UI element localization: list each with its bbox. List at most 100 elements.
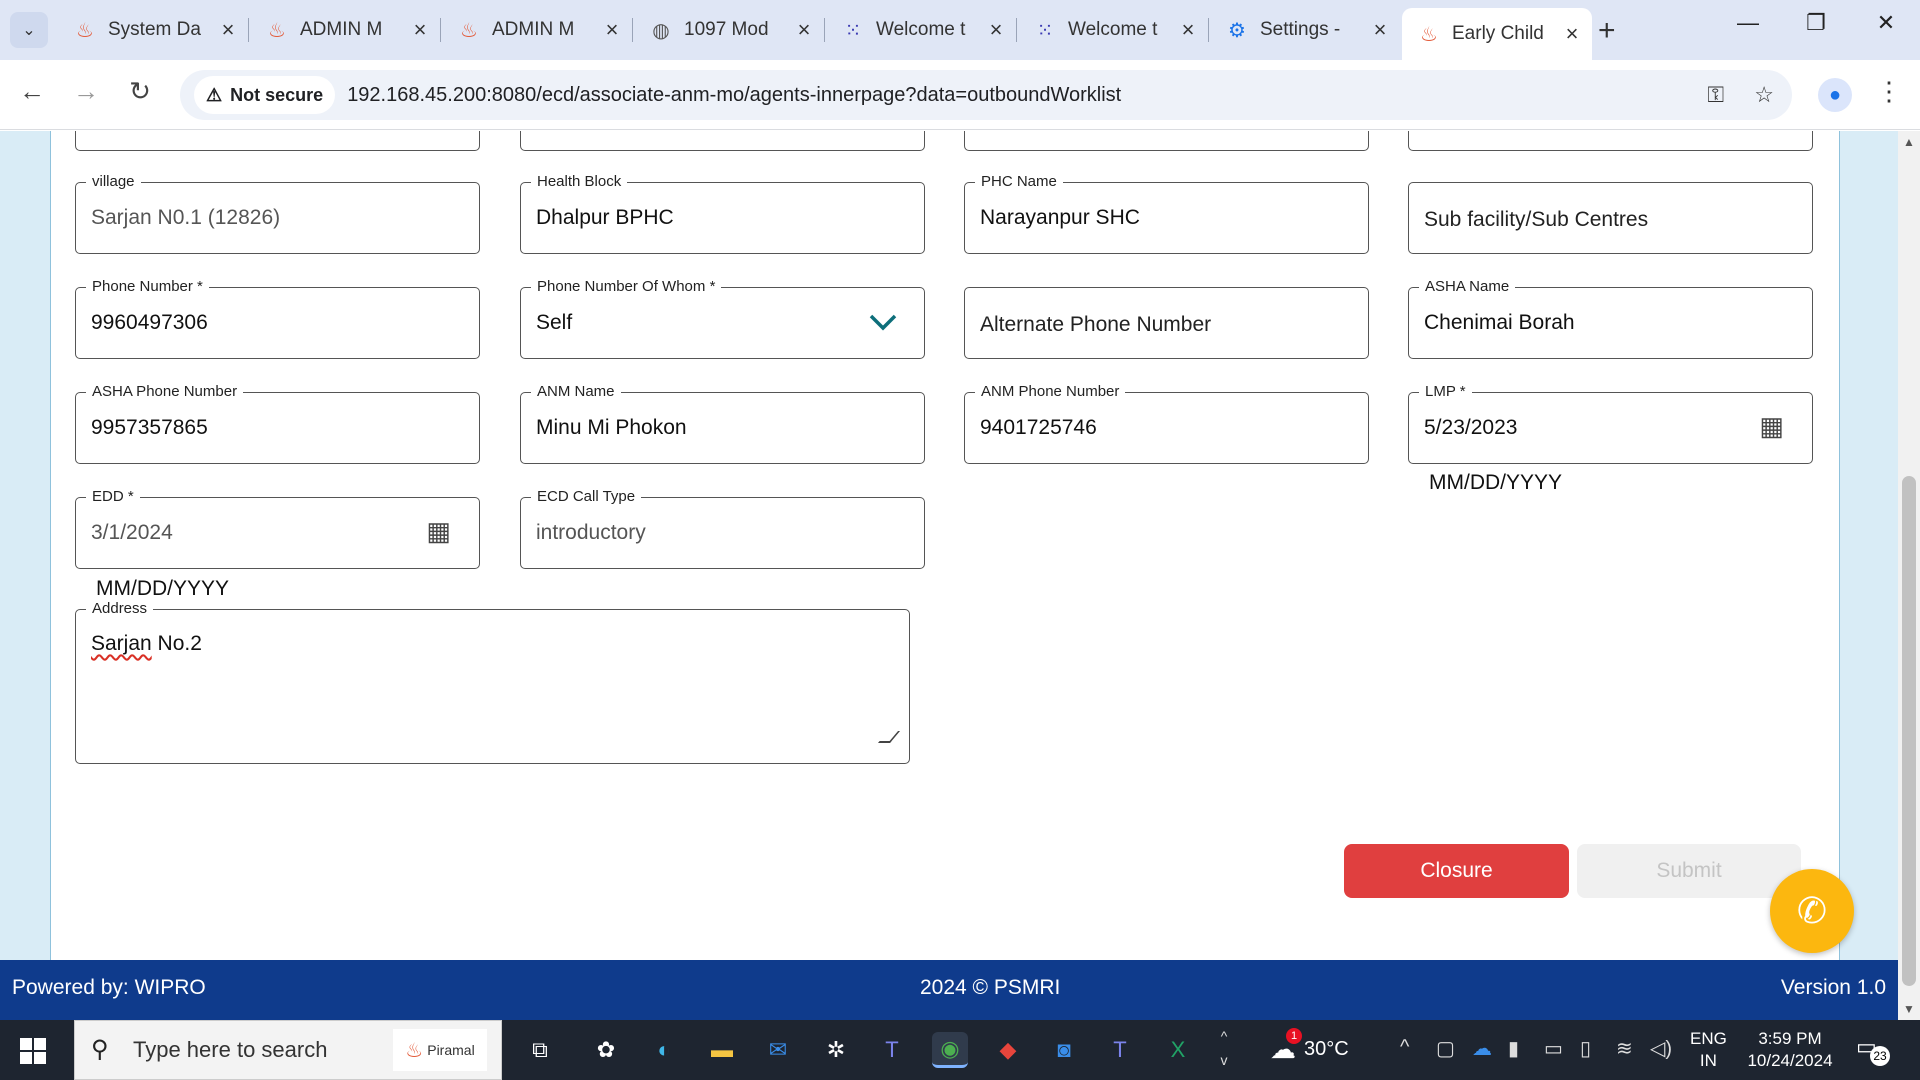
field-cutoff[interactable]: [1408, 131, 1813, 151]
browser-tab-active[interactable]: ♨ Early Child ×: [1402, 8, 1592, 60]
app-icon[interactable]: ✲: [818, 1032, 854, 1068]
teams-icon[interactable]: T: [874, 1032, 910, 1068]
tray-scroll-icon[interactable]: ^ v: [1214, 1024, 1234, 1072]
close-tab-icon[interactable]: ×: [1178, 17, 1198, 43]
password-key-icon[interactable]: ⚿: [1707, 82, 1724, 107]
forward-arrow-icon[interactable]: →: [68, 76, 104, 107]
scroll-down-icon[interactable]: ▼: [1898, 1002, 1920, 1016]
edd-date-field[interactable]: EDD * 3/1/2024 ▦: [75, 488, 480, 569]
close-tab-icon[interactable]: ×: [410, 17, 430, 43]
piramal-icon: ♨: [268, 19, 286, 42]
lmp-format-hint: MM/DD/YYYY: [1429, 471, 1563, 494]
submit-button[interactable]: Submit: [1577, 844, 1801, 898]
windows-start-icon[interactable]: [20, 1038, 46, 1064]
teams-work-icon[interactable]: T: [1102, 1032, 1138, 1068]
calendar-icon[interactable]: ▦: [426, 516, 451, 547]
bookmark-star-icon[interactable]: ☆: [1754, 82, 1774, 107]
warning-triangle-icon: ⚠: [206, 84, 223, 105]
reload-icon[interactable]: ↻: [122, 76, 158, 107]
close-window-icon[interactable]: ✕: [1866, 10, 1906, 36]
browser-tab[interactable]: ⚙ Settings - ×: [1210, 8, 1400, 52]
close-tab-icon[interactable]: ×: [986, 17, 1006, 43]
phone-number-field[interactable]: Phone Number * 9960497306: [75, 278, 480, 359]
address-bar[interactable]: ⚠ Not secure 192.168.45.200:8080/ecd/ass…: [180, 70, 1792, 120]
edge-icon[interactable]: ◐: [646, 1032, 682, 1068]
chrome-icon[interactable]: ◉: [932, 1032, 968, 1068]
language-indicator[interactable]: ENG IN: [1690, 1028, 1727, 1072]
close-tab-icon[interactable]: ×: [218, 17, 238, 43]
phone-icon: ✆: [1796, 890, 1828, 931]
address-textarea[interactable]: Address Sarjan No.2: [75, 600, 910, 764]
browser-tab[interactable]: ♨ ADMIN M ×: [442, 8, 633, 52]
field-cutoff[interactable]: [964, 131, 1369, 151]
sub-facility-field[interactable]: Sub facility/Sub Centres: [1408, 182, 1813, 254]
profile-avatar-icon[interactable]: ●: [1818, 78, 1852, 112]
copilot-icon[interactable]: ✿: [588, 1032, 624, 1068]
windows-taskbar: ⚲ Type here to search ♨ Piramal ⧉ ✿ ◐ ▬ ✉…: [0, 1020, 1920, 1080]
piramal-icon: ♨: [76, 19, 94, 42]
browser-menu-icon[interactable]: ⋮: [1876, 76, 1902, 107]
chevron-down-icon[interactable]: [868, 310, 898, 334]
display-icon[interactable]: ▭: [1544, 1036, 1563, 1061]
page-scrollbar[interactable]: ▲ ▼: [1898, 131, 1920, 1020]
footer-version: Version 1.0: [1780, 976, 1886, 999]
close-tab-icon[interactable]: ×: [1370, 17, 1390, 43]
asha-phone-field[interactable]: ASHA Phone Number 9957357865: [75, 383, 480, 464]
page-viewport: village Sarjan N0.1 (12826) Health Block…: [0, 131, 1898, 960]
browser-tab[interactable]: ◍ 1097 Mod ×: [634, 8, 825, 52]
outlook-icon[interactable]: ✉: [760, 1032, 796, 1068]
volume-icon[interactable]: ◁): [1650, 1036, 1672, 1061]
village-field[interactable]: village Sarjan N0.1 (12826): [75, 173, 480, 254]
excel-icon[interactable]: X: [1160, 1032, 1196, 1068]
close-tab-icon[interactable]: ×: [1562, 21, 1582, 47]
browser-tab[interactable]: ♨ System Da ×: [58, 8, 249, 52]
closure-button[interactable]: Closure: [1344, 844, 1569, 898]
close-tab-icon[interactable]: ×: [602, 17, 622, 43]
file-explorer-icon[interactable]: ▬: [704, 1032, 740, 1068]
lmp-date-field[interactable]: LMP * 5/23/2023 ▦: [1408, 383, 1813, 464]
taskbar-clock[interactable]: 3:59 PM 10/24/2024: [1740, 1028, 1840, 1072]
wifi-icon[interactable]: ≋: [1616, 1036, 1633, 1061]
browser-tab[interactable]: ⁙ Welcome t ×: [1018, 8, 1209, 52]
onedrive-icon[interactable]: ☁: [1472, 1036, 1492, 1061]
tab-search-chevron-icon[interactable]: ⌄: [10, 12, 48, 48]
piramal-logo[interactable]: ♨ Piramal: [393, 1029, 487, 1071]
browser-tab[interactable]: ⁙ Welcome t ×: [826, 8, 1017, 52]
field-cutoff[interactable]: [75, 131, 480, 151]
browser-tab[interactable]: ♨ ADMIN M ×: [250, 8, 441, 52]
url-text[interactable]: 192.168.45.200:8080/ecd/associate-anm-mo…: [347, 84, 1121, 107]
taskbar-search-box[interactable]: ⚲ Type here to search ♨ Piramal: [74, 1020, 502, 1080]
not-secure-chip[interactable]: ⚠ Not secure: [194, 76, 336, 114]
asha-name-field[interactable]: ASHA Name Chenimai Borah: [1408, 278, 1813, 359]
phone-of-whom-select[interactable]: Phone Number Of Whom * Self: [520, 278, 925, 359]
anydesk-icon[interactable]: ◆: [990, 1032, 1026, 1068]
alternate-phone-field[interactable]: Alternate Phone Number: [964, 287, 1369, 359]
battery-icon[interactable]: ▯: [1580, 1036, 1591, 1061]
resize-handle-icon[interactable]: [877, 731, 901, 743]
health-block-field[interactable]: Health Block Dhalpur BPHC: [520, 173, 925, 254]
phc-name-field[interactable]: PHC Name Narayanpur SHC: [964, 173, 1369, 254]
minimize-icon[interactable]: —: [1728, 10, 1768, 36]
back-arrow-icon[interactable]: ←: [14, 76, 50, 107]
microphone-icon[interactable]: ▮: [1508, 1036, 1519, 1061]
show-hidden-icons-icon[interactable]: ^: [1400, 1036, 1409, 1059]
new-tab-plus-icon[interactable]: +: [1598, 14, 1616, 48]
weather-widget[interactable]: ☁ 1 30°C: [1270, 1028, 1349, 1065]
footer-powered-by: Powered by: WIPRO: [12, 976, 206, 999]
restore-icon[interactable]: ❐: [1796, 10, 1836, 36]
notification-center-icon[interactable]: ▭ 23: [1856, 1034, 1890, 1066]
scrollbar-thumb[interactable]: [1902, 476, 1916, 986]
piramal-icon: ♨: [1420, 23, 1438, 46]
anm-phone-field[interactable]: ANM Phone Number 9401725746: [964, 383, 1369, 464]
ecd-call-type-field[interactable]: ECD Call Type introductory: [520, 488, 925, 569]
scroll-up-icon[interactable]: ▲: [1898, 135, 1920, 149]
calendar-icon[interactable]: ▦: [1759, 411, 1784, 442]
task-view-icon[interactable]: ⧉: [522, 1032, 558, 1068]
phone-call-fab[interactable]: ✆: [1770, 869, 1854, 953]
close-tab-icon[interactable]: ×: [794, 17, 814, 43]
field-cutoff[interactable]: [520, 131, 925, 151]
anm-name-field[interactable]: ANM Name Minu Mi Phokon: [520, 383, 925, 464]
remote-desktop-icon[interactable]: ◙: [1046, 1032, 1082, 1068]
globe-icon: ◍: [652, 19, 670, 42]
meet-icon[interactable]: ▢: [1436, 1036, 1455, 1061]
